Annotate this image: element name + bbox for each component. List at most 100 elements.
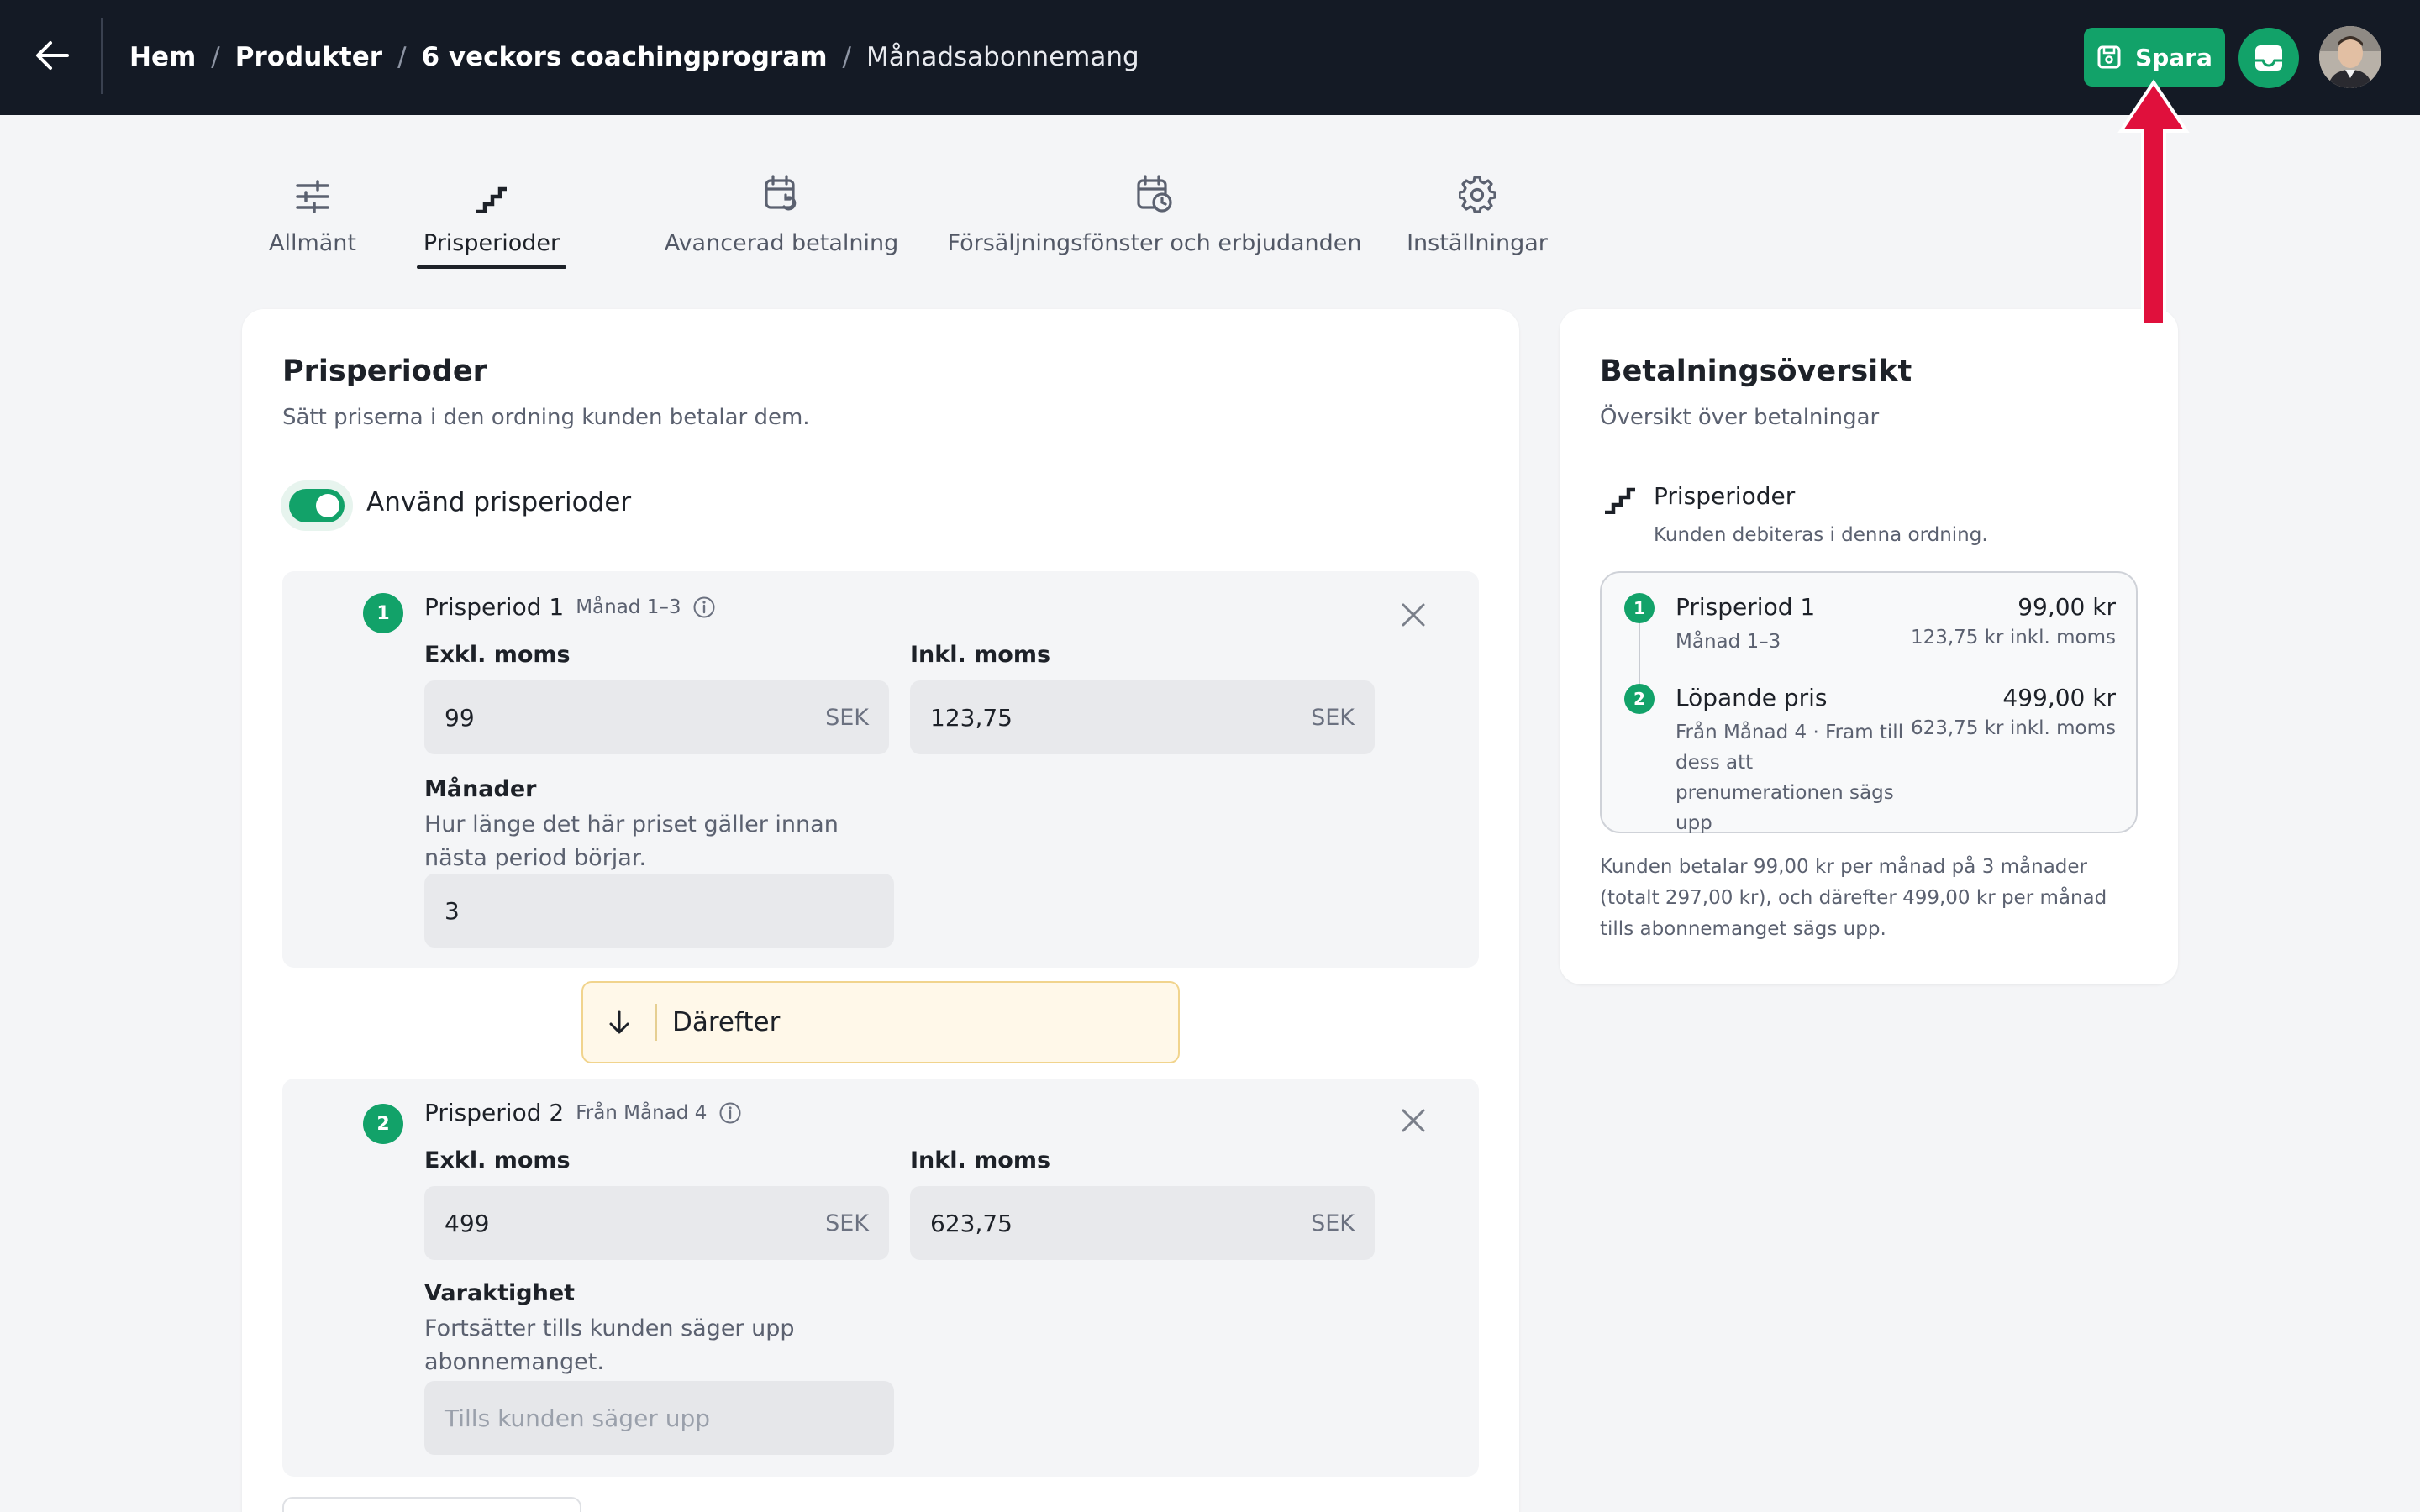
remove-period-button[interactable] xyxy=(1395,596,1432,633)
breadcrumb-product[interactable]: 6 veckors coachingprogram xyxy=(422,42,828,72)
overview-section-subtitle: Kunden debiteras i denna ordning. xyxy=(1654,524,1988,546)
price-period-1: 1 Prisperiod 1 Månad 1–3 Exkl. moms Inkl… xyxy=(282,571,1479,968)
tab-sales-windows-label: Försäljningsfönster och erbjudanden xyxy=(947,230,1362,256)
currency-unit: SEK xyxy=(825,704,869,731)
duration-help: Fortsätter tills kunden säger upp abonne… xyxy=(424,1315,795,1375)
duration-placeholder: Tills kunden säger upp xyxy=(445,1404,711,1432)
months-help: Hur länge det här priset gäller innan nä… xyxy=(424,811,839,871)
payment-summary-note: Kunden betalar 99,00 kr per månad på 3 m… xyxy=(1600,856,2107,940)
summary-number-badge: 2 xyxy=(1624,684,1655,714)
currency-unit: SEK xyxy=(1311,704,1355,731)
avatar-photo xyxy=(2319,26,2381,88)
payment-overview-card: Betalningsöversikt Översikt över betalni… xyxy=(1560,309,2178,984)
then-divider: Därefter xyxy=(581,981,1180,1063)
active-tab-indicator xyxy=(417,265,566,269)
summary-number-badge: 1 xyxy=(1624,593,1655,623)
tab-advanced-payment-label: Avancerad betalning xyxy=(664,230,899,256)
breadcrumb-separator: / xyxy=(211,41,220,72)
duration-label: Varaktighet xyxy=(424,1280,576,1306)
toggle-label: Använd prisperioder xyxy=(366,487,632,517)
calendar-refresh-icon xyxy=(765,175,797,211)
breadcrumb-products[interactable]: Produkter xyxy=(235,42,382,72)
calendar-clock-icon xyxy=(1137,175,1172,213)
summary-row-incl: 123,75 kr inkl. moms xyxy=(1910,627,2116,648)
price-periods-card: Prisperioder Sätt priserna i den ordning… xyxy=(242,309,1519,1512)
use-price-periods-toggle[interactable] xyxy=(289,489,345,522)
tab-general[interactable]: Allmänt xyxy=(252,168,373,269)
payment-summary-box: 1 Prisperiod 1 99,00 kr Månad 1–3 123,75… xyxy=(1600,571,2138,834)
add-period-button[interactable] xyxy=(282,1497,581,1512)
months-label: Månader xyxy=(424,776,537,802)
tab-price-periods[interactable]: Prisperioder xyxy=(417,168,566,269)
summary-row-sub: Från Månad 4 · Fram till dess att prenum… xyxy=(1676,722,1904,834)
gear-icon xyxy=(1459,176,1496,213)
period-range: Månad 1–3 xyxy=(576,596,681,618)
excl-vat-value: 99 xyxy=(445,703,475,732)
duration-input: Tills kunden säger upp xyxy=(424,1381,894,1455)
excl-vat-label: Exkl. moms xyxy=(424,642,571,668)
tab-sales-windows[interactable]: Försäljningsfönster och erbjudanden xyxy=(948,168,1362,269)
tab-general-label: Allmänt xyxy=(268,230,357,256)
incl-vat-value: 623,75 xyxy=(930,1209,1013,1237)
top-divider xyxy=(101,18,103,94)
breadcrumb-home[interactable]: Hem xyxy=(129,42,196,72)
tab-advanced-payment[interactable]: Avancerad betalning xyxy=(639,168,924,269)
annotation-arrow xyxy=(2118,79,2190,326)
arrow-left-icon xyxy=(36,41,69,70)
excl-vat-input[interactable]: 99 SEK xyxy=(424,680,889,754)
summary-row-sub: Månad 1–3 xyxy=(1676,631,1781,653)
incl-vat-label: Inkl. moms xyxy=(910,642,1051,668)
summary-row-name: Prisperiod 1 xyxy=(1676,593,1816,621)
arrow-down-icon xyxy=(609,1010,629,1034)
toggle-knob xyxy=(316,494,339,517)
summary-row-name: Löpande pris xyxy=(1676,684,1828,711)
breadcrumb-current: Månadsabonnemang xyxy=(865,41,1139,72)
overview-title: Betalningsöversikt xyxy=(1600,354,1912,388)
summary-row-price: 99,00 kr xyxy=(2018,593,2116,621)
tab-price-periods-label: Prisperioder xyxy=(423,230,560,256)
period-range: Från Månad 4 xyxy=(576,1101,708,1124)
then-label: Därefter xyxy=(672,1007,781,1037)
card-title: Prisperioder xyxy=(282,354,487,388)
period-title: Prisperiod 2 Från Månad 4 xyxy=(424,1099,742,1126)
info-icon[interactable] xyxy=(692,596,716,619)
summary-row-price: 499,00 kr xyxy=(2002,684,2116,711)
excl-vat-input[interactable]: 499 SEK xyxy=(424,1186,889,1260)
summary-row-incl: 623,75 kr inkl. moms xyxy=(1910,717,2116,739)
price-period-2: 2 Prisperiod 2 Från Månad 4 Exkl. moms I… xyxy=(282,1079,1479,1477)
period-title-text: Prisperiod 1 xyxy=(424,593,565,621)
then-arrow xyxy=(583,1004,657,1041)
incl-vat-label: Inkl. moms xyxy=(910,1147,1051,1173)
breadcrumb-separator: / xyxy=(842,41,851,72)
top-bar: Hem / Produkter / 6 veckors coachingprog… xyxy=(0,0,2420,115)
period-number-badge: 1 xyxy=(363,593,403,633)
user-avatar[interactable] xyxy=(2319,26,2381,88)
period-title-text: Prisperiod 2 xyxy=(424,1099,565,1126)
breadcrumb: Hem / Produkter / 6 veckors coachingprog… xyxy=(129,0,1139,113)
overview-subtitle: Översikt över betalningar xyxy=(1600,405,1880,430)
inbox-icon xyxy=(2255,45,2282,71)
sliders-icon xyxy=(296,180,329,213)
save-button-label: Spara xyxy=(2135,43,2212,71)
support-chat-button[interactable] xyxy=(2238,28,2299,88)
tab-settings-label: Inställningar xyxy=(1407,230,1548,256)
excl-vat-label: Exkl. moms xyxy=(424,1147,571,1173)
incl-vat-input[interactable]: 123,75 SEK xyxy=(910,680,1375,754)
stairs-icon xyxy=(476,186,507,213)
back-button[interactable] xyxy=(25,29,79,82)
period-number-badge: 2 xyxy=(363,1104,403,1144)
close-icon xyxy=(1402,1109,1425,1132)
months-value: 3 xyxy=(445,896,460,925)
tab-settings[interactable]: Inställningar xyxy=(1402,168,1553,269)
floppy-disk-icon xyxy=(2097,45,2121,69)
currency-unit: SEK xyxy=(825,1210,869,1236)
period-title: Prisperiod 1 Månad 1–3 xyxy=(424,593,716,621)
incl-vat-input[interactable]: 623,75 SEK xyxy=(910,1186,1375,1260)
months-input[interactable]: 3 xyxy=(424,874,894,948)
excl-vat-value: 499 xyxy=(445,1209,490,1237)
overview-section-title: Prisperioder xyxy=(1654,482,1796,510)
remove-period-button[interactable] xyxy=(1395,1102,1432,1139)
breadcrumb-separator: / xyxy=(397,41,407,72)
stairs-icon xyxy=(1603,487,1637,517)
info-icon[interactable] xyxy=(718,1101,742,1125)
